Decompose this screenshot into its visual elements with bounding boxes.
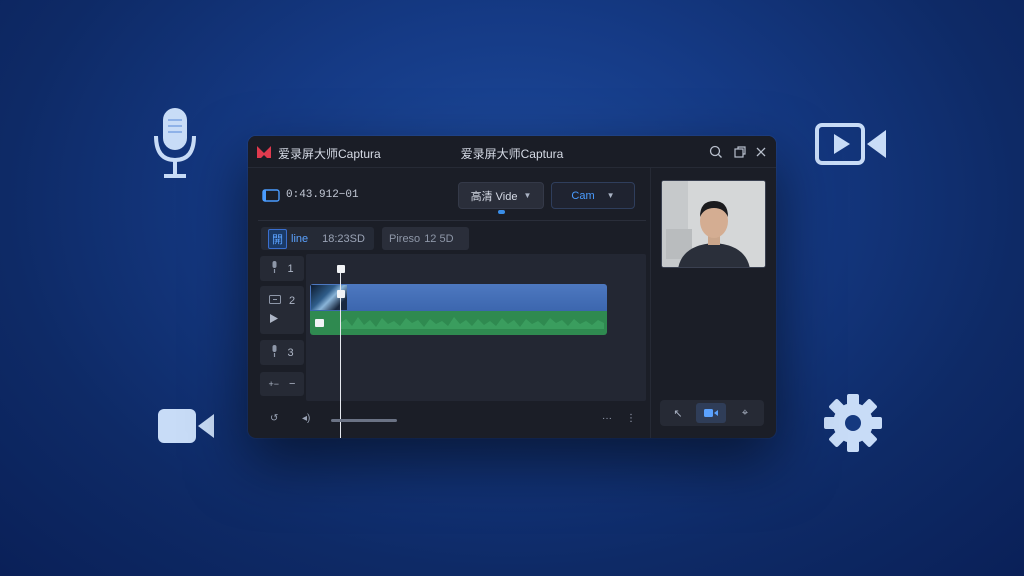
quality-label: 高清 Vide xyxy=(470,190,518,203)
crosshair-icon[interactable]: ⌖ xyxy=(730,403,760,423)
timecode: 0:43.912−01 xyxy=(286,189,359,201)
divider xyxy=(258,220,646,221)
editor-panel: 0:43.912−01 高清 Vide ▼ Cam ▼ 開 line 18:23… xyxy=(248,168,650,438)
microphone-icon xyxy=(152,106,198,180)
camera-tools: ↖ ⌖ xyxy=(660,400,764,426)
recording-file-icon xyxy=(262,189,280,202)
track-number: 2 xyxy=(288,295,296,307)
timeline-bottom-bar: ↺ ◂) ··· ⋮ xyxy=(258,407,648,433)
camera-dropdown[interactable]: Cam ▼ xyxy=(551,182,635,209)
zoom-scrubber[interactable] xyxy=(331,419,397,422)
track-label-1[interactable]: 1 xyxy=(260,256,304,281)
mic-icon xyxy=(270,261,279,276)
track-label-3[interactable]: 3 xyxy=(260,340,304,365)
play-icon[interactable] xyxy=(270,313,278,326)
pointer-icon[interactable]: ↖ xyxy=(663,403,693,423)
camera-label: Cam xyxy=(571,189,595,202)
track-number: 3 xyxy=(287,346,294,359)
tab-line-label: line xyxy=(291,232,309,245)
tab-line[interactable]: 開 line 18:23SD xyxy=(261,227,374,250)
clip-video-track xyxy=(310,284,607,311)
search-icon[interactable] xyxy=(708,144,724,160)
chevron-down-icon: ▼ xyxy=(606,191,615,200)
window-title: 爱录屏大师Captura xyxy=(460,147,564,161)
tab-line-value: 18:23SD xyxy=(322,232,365,245)
camera-icon[interactable] xyxy=(696,403,726,423)
title-bar: 爱录屏大师Captura 爱录屏大师Captura xyxy=(248,136,776,168)
screen-icon xyxy=(268,294,281,308)
remove-track-button[interactable]: − xyxy=(289,378,295,390)
tab-pireso-value: 12 5D xyxy=(424,232,454,245)
tab-pireso-label: Pireso xyxy=(389,232,421,245)
kebab-icon[interactable]: ⋮ xyxy=(626,413,636,424)
tab-pireso[interactable]: Pireso 12 5D xyxy=(382,227,469,250)
restore-icon[interactable] xyxy=(732,144,748,160)
app-window: 爱录屏大师Captura 爱录屏大师Captura 0:43.912−01 高清… xyxy=(248,136,776,438)
clip-audio-waveform xyxy=(310,311,607,335)
more-icon[interactable]: ··· xyxy=(602,413,612,424)
camera-panel: ↖ ⌖ xyxy=(650,168,776,438)
gear-icon xyxy=(822,392,884,454)
playhead-clip-marker xyxy=(337,290,345,298)
quality-dropdown[interactable]: 高清 Vide ▼ xyxy=(458,182,544,209)
volume-icon[interactable]: ◂) xyxy=(302,413,310,424)
quality-indicator xyxy=(498,210,505,214)
webcam-preview[interactable] xyxy=(661,180,766,268)
undo-icon[interactable]: ↺ xyxy=(270,413,278,424)
playhead-handle[interactable] xyxy=(337,265,345,273)
video-player-icon xyxy=(814,122,888,166)
mic-icon xyxy=(270,345,279,360)
track-controls[interactable]: +− − xyxy=(260,372,304,396)
chevron-down-icon: ▼ xyxy=(523,191,532,200)
track-number: 1 xyxy=(287,262,294,275)
add-track-button[interactable]: +− xyxy=(269,379,280,389)
close-icon[interactable] xyxy=(753,144,769,160)
media-clip[interactable] xyxy=(310,284,607,335)
clip-marker-icon xyxy=(315,319,324,327)
track-label-2[interactable]: 2 xyxy=(260,286,304,334)
tab-line-badge: 開 xyxy=(268,228,287,249)
video-camera-icon xyxy=(156,406,216,446)
